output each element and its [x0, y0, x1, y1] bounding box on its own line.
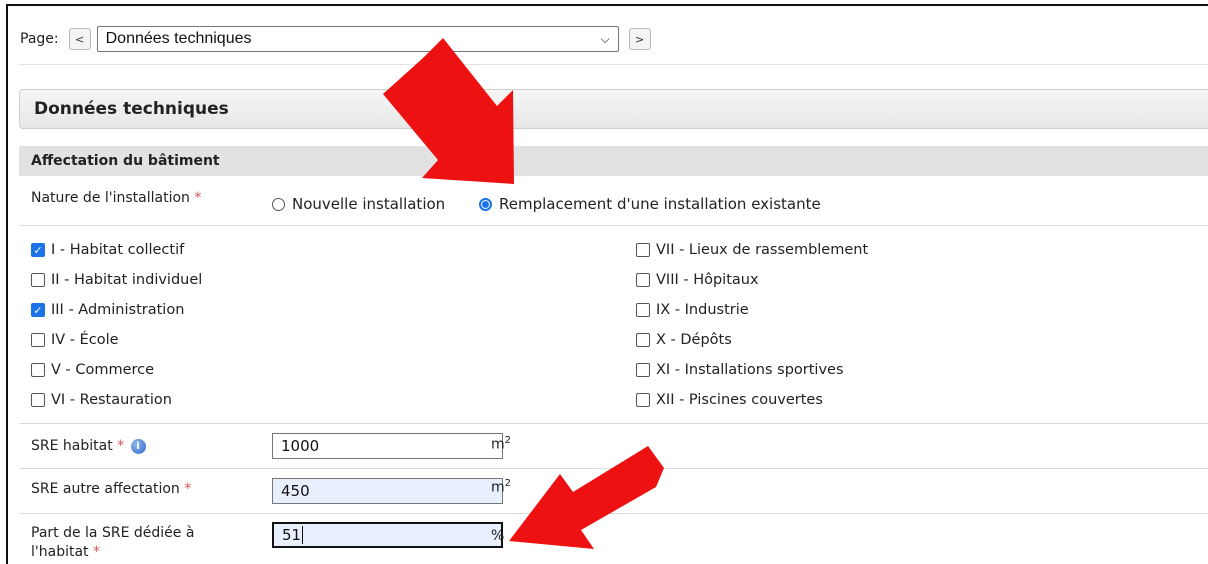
checkbox-industrie[interactable]: IX - Industrie [636, 302, 749, 318]
checkbox-unchecked-icon [636, 393, 650, 407]
nature-label: Nature de l'installation * [31, 190, 202, 206]
categories-row: I - Habitat collectif II - Habitat indiv… [19, 226, 1208, 424]
checkbox-unchecked-icon [636, 243, 650, 257]
required-marker: * [92, 544, 100, 560]
chevron-right-icon: > [635, 32, 645, 46]
checkbox-unchecked-icon [31, 333, 45, 347]
required-marker: * [194, 190, 202, 206]
checkbox-unchecked-icon [636, 363, 650, 377]
checkbox-checked-icon [31, 243, 45, 257]
checkbox-piscines-couvertes[interactable]: XII - Piscines couvertes [636, 392, 823, 408]
checkbox-installations-sportives[interactable]: XI - Installations sportives [636, 362, 844, 378]
page-select[interactable]: Données techniques ⌵ [96, 26, 619, 52]
checkbox-ecole[interactable]: IV - École [31, 332, 119, 348]
next-page-button[interactable]: > [628, 28, 651, 50]
nature-row: Nature de l'installation * Nouvelle inst… [19, 176, 1208, 226]
sre-habitat-row: SRE habitat * i 1000 m2 [19, 424, 1208, 469]
checkbox-habitat-individuel[interactable]: II - Habitat individuel [31, 272, 202, 288]
part-sre-row: Part de la SRE dédiée à l'habitat * 51 % [19, 514, 1208, 564]
part-sre-input[interactable]: 51 [272, 522, 503, 548]
checkbox-administration[interactable]: III - Administration [31, 302, 184, 318]
page-navigation: Page: < Données techniques ⌵ > [20, 26, 651, 52]
panel-title: Données techniques [19, 89, 1208, 129]
checkbox-unchecked-icon [636, 303, 650, 317]
radio-label: Remplacement d'une installation existant… [499, 195, 821, 213]
chevron-left-icon: < [75, 32, 85, 46]
divider [19, 64, 1208, 65]
sre-autre-input[interactable]: 450 [272, 478, 503, 504]
page-label: Page: [20, 31, 59, 47]
radio-unchecked-icon [272, 197, 285, 211]
checkbox-depots[interactable]: X - Dépôts [636, 332, 732, 348]
checkbox-unchecked-icon [636, 273, 650, 287]
unit-label: m2 [491, 478, 512, 496]
required-marker: * [117, 438, 125, 454]
radio-checked-icon [479, 197, 492, 211]
checkbox-unchecked-icon [31, 273, 45, 287]
checkbox-unchecked-icon [31, 363, 45, 377]
chevron-down-icon: ⌵ [600, 31, 610, 46]
sre-autre-row: SRE autre affectation * 450 m2 [19, 469, 1208, 514]
radio-replacement[interactable]: Remplacement d'une installation existant… [479, 195, 821, 213]
checkbox-hopitaux[interactable]: VIII - Hôpitaux [636, 272, 759, 288]
page-select-value: Données techniques [105, 30, 252, 47]
sre-autre-label: SRE autre affectation * [31, 481, 192, 497]
radio-label: Nouvelle installation [292, 195, 446, 213]
checkbox-unchecked-icon [31, 393, 45, 407]
required-marker: * [184, 481, 192, 497]
sre-habitat-label: SRE habitat * i [31, 437, 146, 456]
radio-new-installation[interactable]: Nouvelle installation [272, 195, 445, 213]
checkbox-restauration[interactable]: VI - Restauration [31, 392, 172, 408]
checkbox-commerce[interactable]: V - Commerce [31, 362, 154, 378]
unit-label: % [491, 528, 505, 544]
checkbox-habitat-collectif[interactable]: I - Habitat collectif [31, 242, 184, 258]
previous-page-button[interactable]: < [68, 28, 91, 50]
checkbox-checked-icon [31, 303, 45, 317]
checkbox-lieux-rassemblement[interactable]: VII - Lieux de rassemblement [636, 242, 868, 258]
section-title: Affectation du bâtiment [19, 146, 1208, 176]
unit-label: m2 [491, 435, 512, 453]
checkbox-unchecked-icon [636, 333, 650, 347]
info-icon[interactable]: i [130, 438, 146, 454]
part-sre-label: Part de la SRE dédiée à l'habitat * [31, 525, 195, 560]
sre-habitat-input[interactable]: 1000 [272, 433, 503, 459]
